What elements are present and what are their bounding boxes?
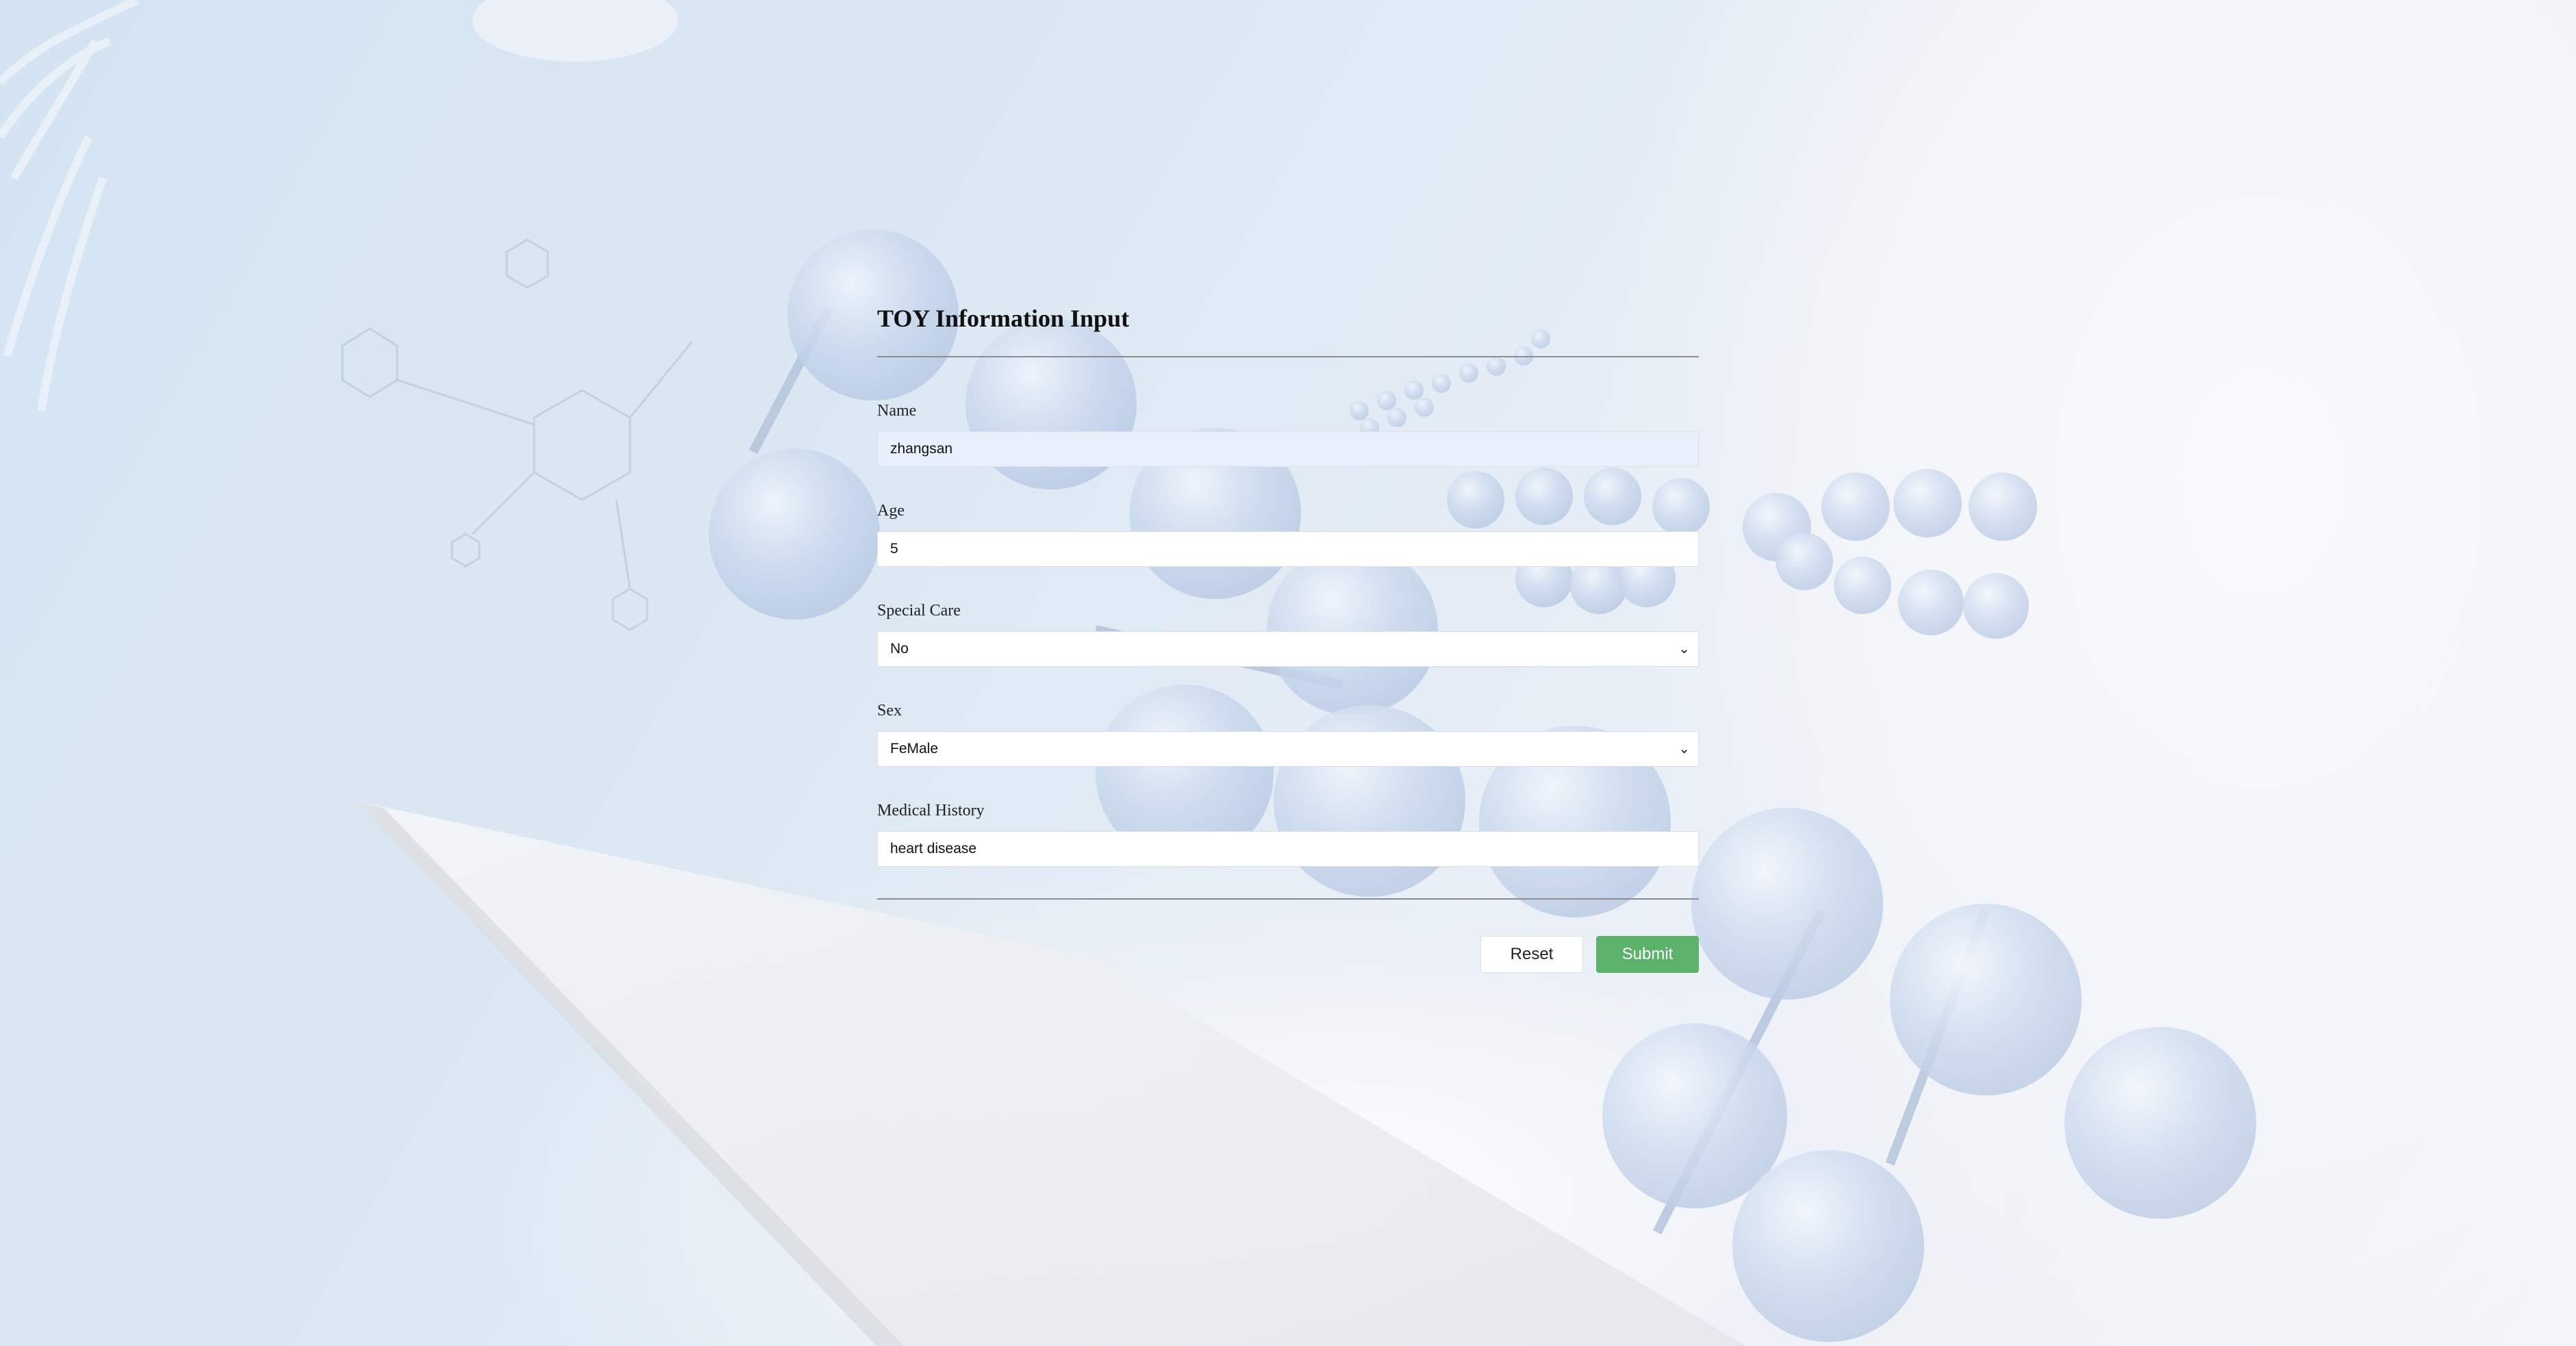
- sex-selected-value: FeMale: [890, 741, 939, 757]
- special-care-label: Special Care: [877, 602, 961, 620]
- sex-select[interactable]: FeMale ⌄: [877, 731, 1699, 767]
- submit-button[interactable]: Submit: [1596, 936, 1699, 973]
- actions-divider: [877, 898, 1699, 900]
- form-title: TOY Information Input: [877, 305, 1130, 332]
- chevron-down-icon: ⌄: [1678, 642, 1690, 657]
- reset-button[interactable]: Reset: [1480, 936, 1583, 973]
- sex-field-group: Sex FeMale ⌄: [877, 700, 1699, 767]
- special-care-selected-value: No: [890, 641, 909, 657]
- medical-history-field-group: Medical History heart disease: [877, 800, 1699, 867]
- chevron-down-icon: ⌄: [1678, 741, 1690, 757]
- medical-history-input-value: heart disease: [890, 841, 977, 856]
- special-care-select[interactable]: No ⌄: [877, 631, 1699, 667]
- medical-history-label: Medical History: [877, 802, 985, 820]
- name-field-group: Name zhangsan: [877, 400, 1699, 467]
- age-input[interactable]: 5: [877, 531, 1699, 567]
- name-input-value: zhangsan: [890, 441, 953, 457]
- name-label: Name: [877, 402, 917, 420]
- form-actions: Reset Submit: [877, 936, 1699, 973]
- sex-label: Sex: [877, 702, 902, 720]
- medical-history-input[interactable]: heart disease: [877, 831, 1699, 867]
- name-input[interactable]: zhangsan: [877, 431, 1699, 467]
- title-divider: [877, 356, 1699, 357]
- toy-info-form: TOY Information Input Name zhangsan Age …: [877, 301, 1699, 973]
- age-input-value: 5: [890, 541, 898, 557]
- special-care-field-group: Special Care No ⌄: [877, 600, 1699, 667]
- age-label: Age: [877, 502, 905, 520]
- age-field-group: Age 5: [877, 500, 1699, 567]
